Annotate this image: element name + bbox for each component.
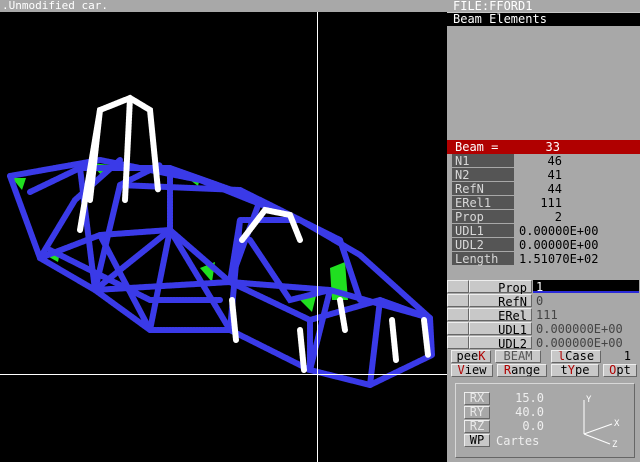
axis-z-label: Z [612, 440, 618, 450]
rz-value: 0.0 [522, 419, 544, 433]
options-button[interactable]: Opt [603, 364, 637, 377]
rx-button[interactable]: RX [464, 392, 490, 405]
property-label: UDL2 [452, 238, 514, 252]
prop-input[interactable]: 1 [533, 280, 639, 294]
edit-row-erel[interactable]: ERel 111 [447, 308, 640, 323]
property-label: Prop [452, 210, 514, 224]
property-row-erel1: ERel1 111 [447, 196, 640, 210]
property-label: ERel1 [452, 196, 514, 210]
property-value: 111 [540, 196, 562, 210]
workplane-button[interactable]: WP [464, 434, 490, 447]
property-value: 0.00000E+00 [519, 238, 599, 252]
property-value: 2 [554, 210, 562, 224]
property-value: 1.51070E+02 [519, 252, 599, 266]
refn-input[interactable]: 0 [533, 294, 639, 308]
property-row-n1: N1 46 [447, 154, 640, 168]
load-case-button[interactable]: lCase [551, 350, 601, 363]
erel-input[interactable]: 111 [533, 308, 639, 322]
property-value: 44 [547, 182, 562, 196]
property-row-prop: Prop 2 [447, 210, 640, 224]
peek-button[interactable]: peeK [451, 350, 491, 363]
beam-number-row[interactable]: Beam = 33 [447, 140, 640, 154]
properties-panel: FILE:FFORD1 Beam Elements Beam = 33 N1 4… [447, 0, 640, 462]
viewport-title: .Unmodified car. [0, 0, 447, 12]
axis-y-label: Y [586, 395, 592, 405]
edit-label[interactable]: Prop [469, 280, 532, 295]
edit-label[interactable]: UDL1 [469, 322, 532, 337]
edit-toggle-button[interactable] [447, 322, 469, 335]
edit-label[interactable]: UDL2 [469, 336, 532, 351]
car-frame-wireframe[interactable] [0, 12, 447, 462]
frame-members [7, 156, 436, 388]
coordinate-system-label: Cartes [496, 434, 540, 448]
edit-toggle-button[interactable] [447, 280, 469, 293]
edit-toggle-button[interactable] [447, 336, 469, 349]
model-viewport[interactable]: .Unmodified car. [0, 0, 447, 462]
edit-row-udl2[interactable]: UDL2 0.000000E+00 [447, 336, 640, 351]
view-button[interactable]: View [451, 364, 493, 377]
property-label: Length [452, 252, 514, 266]
property-value: 46 [547, 154, 562, 168]
edit-row-udl1[interactable]: UDL1 0.000000E+00 [447, 322, 640, 337]
crosshair-horizontal [0, 374, 447, 375]
edit-row-refn[interactable]: RefN 0 [447, 294, 640, 309]
type-button[interactable]: tYpe [551, 364, 599, 377]
property-value: 0.00000E+00 [519, 224, 599, 238]
section-header: Beam Elements [447, 13, 640, 26]
property-row-n2: N2 41 [447, 168, 640, 182]
view-rotation-box: RX 15.0 RY 40.0 RZ 0.0 WP Cartes Y X Z [455, 383, 635, 458]
udl2-input[interactable]: 0.000000E+00 [533, 336, 639, 350]
beam-mode-button[interactable]: BEAM [495, 350, 541, 363]
property-value: 41 [547, 168, 562, 182]
property-row-udl1: UDL1 0.00000E+00 [447, 224, 640, 238]
beam-value: 33 [545, 140, 560, 154]
axis-x-label: X [614, 419, 620, 429]
ry-value: 40.0 [515, 405, 544, 419]
edit-toggle-button[interactable] [447, 308, 469, 321]
property-label: N1 [452, 154, 514, 168]
command-row-2: View Range tYpe Opt [447, 364, 640, 377]
command-row-1: peeK BEAM lCase 1 [447, 350, 640, 363]
udl1-input[interactable]: 0.000000E+00 [533, 322, 639, 336]
edit-label[interactable]: ERel [469, 308, 532, 323]
beam-label: Beam = [452, 140, 514, 154]
property-label: UDL1 [452, 224, 514, 238]
property-label: RefN [452, 182, 514, 196]
rx-value: 15.0 [515, 391, 544, 405]
range-button[interactable]: Range [497, 364, 547, 377]
rz-button[interactable]: RZ [464, 420, 490, 433]
edit-label[interactable]: RefN [469, 294, 532, 309]
property-row-length: Length 1.51070E+02 [447, 252, 640, 266]
axes-triad-icon: Y X Z [583, 395, 620, 450]
edit-toggle-button[interactable] [447, 294, 469, 307]
ry-button[interactable]: RY [464, 406, 490, 419]
property-row-refn: RefN 44 [447, 182, 640, 196]
property-label: N2 [452, 168, 514, 182]
edit-row-prop[interactable]: Prop 1 [447, 280, 640, 295]
load-case-value: 1 [623, 349, 631, 363]
property-row-udl2: UDL2 0.00000E+00 [447, 238, 640, 252]
crosshair-vertical [317, 12, 318, 462]
